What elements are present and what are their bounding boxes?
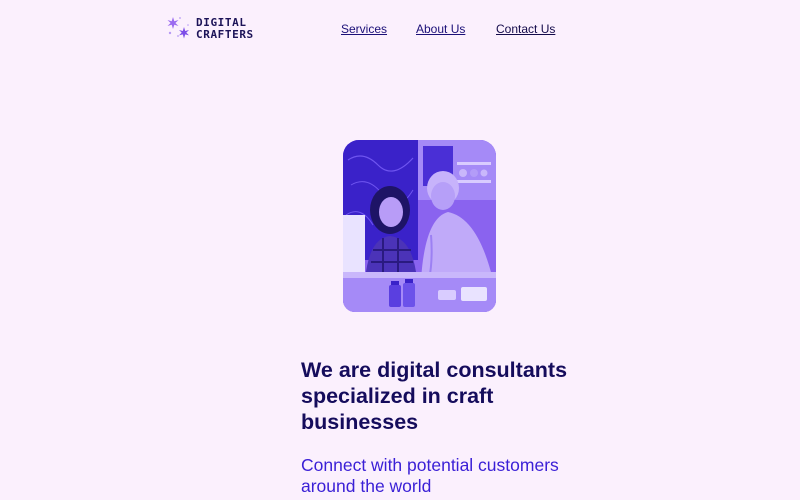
logo-text: DIGITAL CRAFTERS xyxy=(196,17,254,41)
nav-link-services[interactable]: Services xyxy=(341,22,401,36)
nav-link-contact-us[interactable]: Contact Us xyxy=(496,22,566,36)
hero-image xyxy=(343,140,496,312)
hero-illustration xyxy=(343,140,496,312)
hero-headline: We are digital consultants specialized i… xyxy=(301,358,568,434)
page: DIGITAL CRAFTERS Services About Us Conta… xyxy=(0,0,800,500)
sparkle-cluster-icon xyxy=(167,17,189,39)
logo-link[interactable]: DIGITAL CRAFTERS xyxy=(166,15,254,43)
hero-subheadline: Connect with potential customers around … xyxy=(301,455,559,496)
nav-link-about-us[interactable]: About Us xyxy=(416,22,476,36)
logo-line-2: CRAFTERS xyxy=(196,28,254,41)
site-header: DIGITAL CRAFTERS Services About Us Conta… xyxy=(0,0,800,60)
